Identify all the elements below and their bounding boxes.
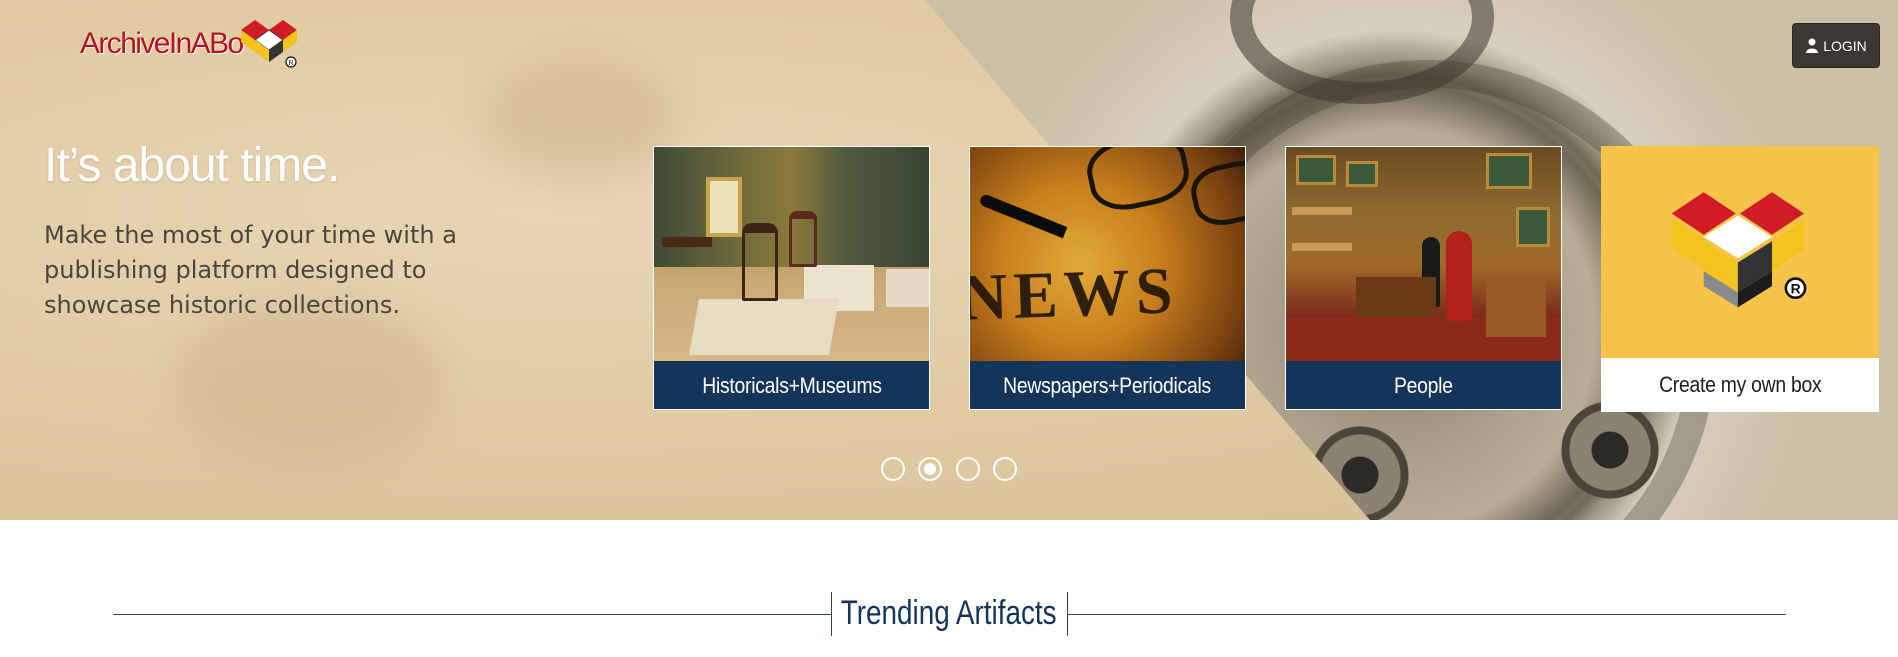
category-label: Create my own box: [1601, 358, 1879, 412]
hero-subcopy: Make the most of your time with a publis…: [44, 221, 457, 319]
background-blur: [180, 300, 440, 460]
category-label: Newspapers+Periodicals: [970, 361, 1245, 409]
box-logo-icon: R: [240, 20, 297, 68]
section-title-trending: Trending Artifacts: [841, 593, 1057, 632]
user-icon: [1806, 38, 1819, 53]
carousel-dot-2[interactable]: [918, 457, 942, 481]
gear-shape: [1560, 400, 1660, 500]
people-image: [1286, 147, 1561, 361]
logo-wordmark: ArchiveInABo: [80, 27, 244, 60]
carousel-dot-1[interactable]: [881, 457, 905, 481]
divider-line-left: [113, 614, 831, 615]
carousel-dot-4[interactable]: [993, 457, 1017, 481]
category-card-create-my-own-box[interactable]: R Create my own box: [1601, 146, 1879, 412]
brand-logo[interactable]: ArchiveInABo R: [80, 18, 299, 70]
hero-banner: ArchiveInABo R LOGIN It’s about time. Ma…: [0, 0, 1898, 520]
museum-image: [654, 147, 929, 361]
category-card-people[interactable]: People: [1285, 146, 1562, 410]
category-card-newspapers-periodicals[interactable]: NEWS Newspapers+Periodicals: [969, 146, 1246, 410]
gear-shape: [1305, 420, 1415, 520]
background-blur: [480, 60, 680, 180]
category-label: People: [1286, 361, 1561, 409]
category-label: Historicals+Museums: [654, 361, 929, 409]
own-box-logo-tile: R: [1601, 146, 1879, 358]
category-card-historicals-museums[interactable]: Historicals+Museums: [653, 146, 930, 410]
login-label: LOGIN: [1823, 37, 1867, 54]
svg-text:R: R: [1791, 280, 1801, 296]
divider-line-right: [1068, 614, 1786, 615]
login-button[interactable]: LOGIN: [1792, 23, 1880, 68]
carousel-dot-3[interactable]: [956, 457, 980, 481]
box-logo-icon: R: [1671, 192, 1807, 308]
newspaper-image: NEWS: [970, 147, 1245, 361]
svg-text:R: R: [288, 60, 293, 67]
hero-headline: It’s about time.: [44, 139, 340, 192]
